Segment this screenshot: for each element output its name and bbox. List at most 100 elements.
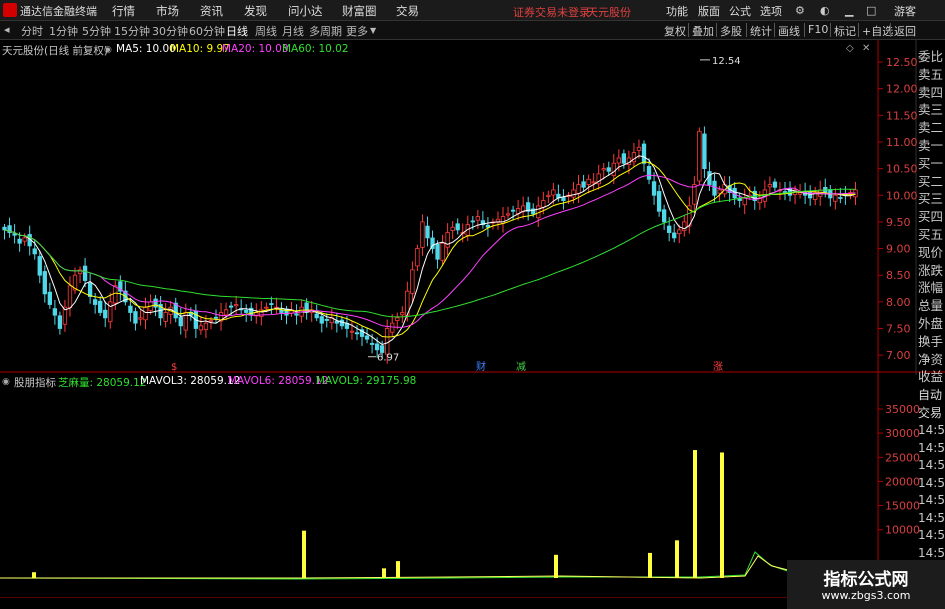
settings-icon[interactable]: ⚙ [795, 4, 805, 17]
btn-tongji[interactable]: 统计 [750, 23, 772, 39]
candle-body [505, 213, 511, 216]
sidebar-item-16[interactable]: 换手 [918, 333, 945, 351]
candle-body [57, 315, 63, 329]
more-dropdown-icon[interactable]: ▼ [370, 26, 376, 35]
toolbar-separator [858, 23, 859, 37]
toolbar-left-arrow[interactable]: ◂ [4, 23, 10, 36]
candle-body [143, 306, 148, 321]
menu-gongshi[interactable]: 公式 [729, 3, 751, 19]
menu-banmian[interactable]: 版面 [698, 3, 720, 19]
candlestick-chart[interactable]: 12.50 12.00 11.50 11.00 10.50 10.00 9.50 9.00 8.… [0, 40, 945, 375]
btn-duogu[interactable]: 多股 [720, 23, 742, 39]
price-tick-label: 12.00 [886, 83, 918, 96]
vol-tick-label: 10000 [885, 524, 920, 537]
tab-fenshi[interactable]: 分时 [21, 23, 43, 39]
volume-bar [302, 530, 306, 578]
vol-tick-label: 30000 [885, 427, 920, 440]
menu-hangqing[interactable]: 行情 [112, 3, 135, 19]
candle-body [228, 305, 234, 308]
candle-body [87, 282, 93, 297]
sidebar-item-5[interactable]: 卖一 [918, 137, 945, 155]
watermark-title: 指标公式网 [823, 570, 909, 590]
trade-item-5[interactable]: 14:56 [918, 475, 945, 493]
trade-item-4[interactable]: 14:56 [918, 457, 945, 475]
sidebar-item-4[interactable]: 卖二 [918, 119, 945, 137]
btn-fuquan[interactable]: 复权 [664, 23, 686, 39]
menu-xuanxiang[interactable]: 选项 [760, 3, 782, 19]
sidebar-item-6[interactable]: 买一 [918, 155, 945, 173]
skin-icon[interactable]: ◐ [820, 4, 830, 17]
tab-multi-period[interactable]: 多周期 [309, 23, 342, 39]
candle-body [591, 181, 596, 184]
tab-15min[interactable]: 15分钟 [114, 23, 150, 39]
sidebar-item-0[interactable]: 委比 [918, 48, 945, 66]
trade-item-6[interactable]: 14:56 [918, 492, 945, 510]
candle-body [707, 171, 712, 185]
candle-body [677, 229, 682, 235]
candle-body [349, 330, 355, 333]
menu-caifuquan[interactable]: 财富圈 [342, 3, 377, 19]
sidebar-item-11[interactable]: 现价 [918, 244, 945, 262]
candle-body [767, 184, 773, 188]
btn-add-watchlist[interactable]: +自选 [862, 23, 893, 39]
btn-f10[interactable]: F10 [808, 23, 828, 36]
sidebar-item-9[interactable]: 买四 [918, 208, 945, 226]
trade-item-7[interactable]: 14:56 [918, 510, 945, 528]
candle-body [163, 312, 168, 322]
ma60-line [4, 188, 856, 318]
trade-item-1[interactable]: 交易 [918, 405, 945, 423]
candle-body [621, 153, 627, 164]
tab-60min[interactable]: 60分钟 [189, 23, 225, 39]
candle-body [385, 328, 390, 355]
menu-zixun[interactable]: 资讯 [200, 3, 223, 19]
volume-bar [396, 561, 400, 578]
sidebar-item-14[interactable]: 总量 [918, 297, 945, 315]
tab-monthly[interactable]: 月线 [282, 23, 304, 39]
candle-body [606, 167, 611, 172]
menu-wenxiaoda[interactable]: 问小达 [288, 3, 323, 19]
menu-faxian[interactable]: 发现 [244, 3, 267, 19]
trade-item-0[interactable]: 自动 [918, 387, 945, 405]
vol-tick-label: 15000 [885, 500, 920, 513]
candle-body [354, 332, 360, 335]
trade-item-2[interactable]: 14:56 [918, 422, 945, 440]
sidebar-item-2[interactable]: 卖四 [918, 84, 945, 102]
tab-5min[interactable]: 5分钟 [82, 23, 111, 39]
vol-tick-label: 20000 [885, 475, 920, 488]
menu-gongneng[interactable]: 功能 [666, 3, 688, 19]
sidebar-item-7[interactable]: 买二 [918, 173, 945, 191]
sidebar-item-13[interactable]: 涨幅 [918, 279, 945, 297]
trade-item-8[interactable]: 14:56 [918, 527, 945, 545]
btn-back[interactable]: 返回 [894, 23, 916, 39]
login-warning[interactable]: 证券交易未登录 [513, 4, 590, 20]
candle-body [546, 194, 551, 197]
guest-label[interactable]: 游客 [894, 3, 916, 19]
tab-more[interactable]: 更多 [346, 23, 368, 39]
candle-body [198, 325, 204, 331]
minimize-icon[interactable]: ▁ [845, 4, 853, 17]
btn-huaxian[interactable]: 画线 [778, 23, 800, 39]
tab-daily[interactable]: 日线 [226, 23, 248, 39]
menu-jiaoyi[interactable]: 交易 [396, 3, 419, 19]
trade-item-3[interactable]: 14:56 [918, 440, 945, 458]
candle-body [67, 285, 73, 309]
candle-body [450, 226, 455, 231]
sidebar-item-12[interactable]: 涨跌 [918, 262, 945, 280]
candle-body [641, 143, 647, 164]
btn-biaoji[interactable]: 标记 [834, 23, 856, 39]
tab-1min[interactable]: 1分钟 [49, 23, 78, 39]
btn-diejia[interactable]: 叠加 [692, 23, 714, 39]
sidebar-item-15[interactable]: 外盘 [918, 315, 945, 333]
price-tick-label: 8.50 [886, 269, 911, 282]
sidebar-item-3[interactable]: 卖三 [918, 101, 945, 119]
sidebar-item-8[interactable]: 买三 [918, 190, 945, 208]
sidebar-item-1[interactable]: 卖五 [918, 66, 945, 84]
candle-body [601, 168, 606, 171]
tab-weekly[interactable]: 周线 [255, 23, 277, 39]
sidebar-item-10[interactable]: 买五 [918, 226, 945, 244]
sidebar-item-17[interactable]: 净资 [918, 351, 945, 369]
tab-30min[interactable]: 30分钟 [152, 23, 188, 39]
menu-shichang[interactable]: 市场 [156, 3, 179, 19]
maximize-icon[interactable]: □ [866, 4, 876, 17]
sidebar-item-18[interactable]: 收益 [918, 368, 945, 386]
